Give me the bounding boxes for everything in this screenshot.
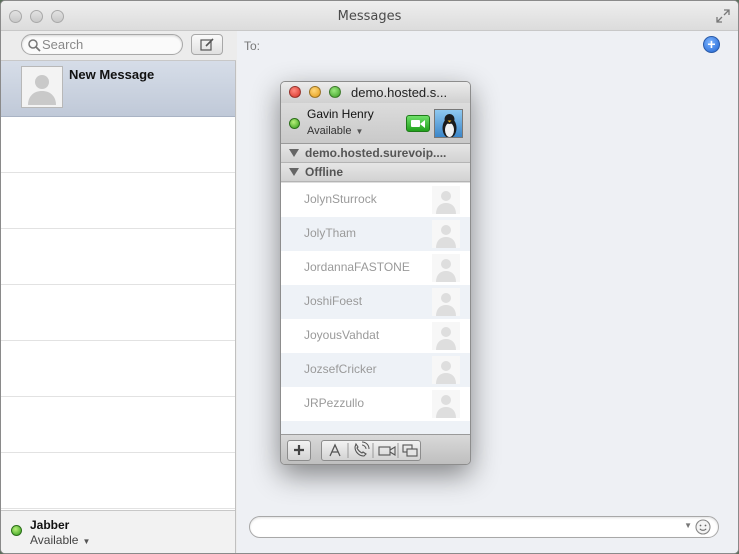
chevron-down-icon: ▼ [82, 537, 91, 546]
account-status-panel[interactable]: Jabber Available ▼ [1, 510, 235, 553]
group-header-offline[interactable]: Offline [281, 163, 470, 182]
window-title: Messages [337, 9, 402, 24]
fullscreen-icon[interactable] [716, 9, 730, 23]
buddy-row[interactable]: JolyTham [281, 217, 470, 251]
buddy-row[interactable]: JoshiFoest [281, 285, 470, 319]
action-button-group [321, 440, 421, 461]
search-icon [27, 38, 41, 52]
list-item [1, 173, 235, 229]
minimize-window-button[interactable] [309, 86, 321, 98]
list-item [1, 117, 235, 173]
buddy-row-partial[interactable] [281, 421, 470, 434]
buddy-row[interactable]: JolynSturrock [281, 183, 470, 217]
person-icon [28, 75, 56, 105]
group-label: Offline [305, 165, 343, 179]
account-status-menu[interactable]: Available ▼ [30, 533, 90, 547]
user-avatar[interactable] [434, 109, 463, 138]
disclosure-triangle-icon[interactable] [289, 168, 299, 176]
text-chat-icon[interactable] [329, 443, 341, 457]
person-icon [432, 390, 460, 418]
group-header-domain[interactable]: demo.hosted.surevoip.... [281, 144, 470, 163]
screen-share-icon[interactable] [402, 444, 418, 457]
account-status-label: Available [30, 533, 79, 547]
person-icon [432, 322, 460, 350]
person-icon [432, 254, 460, 282]
plus-icon [294, 445, 304, 455]
buddy-list-window[interactable]: demo.hosted.s... Gavin Henry Available ▼ … [280, 81, 471, 465]
search-input[interactable]: Search [21, 34, 183, 55]
recipient-bar[interactable]: To: + [237, 31, 738, 61]
emoji-icon[interactable] [695, 519, 711, 535]
message-input[interactable]: ▼ [249, 516, 719, 538]
buddy-row[interactable]: JRPezzullo [281, 387, 470, 421]
buddy-name: JordannaFASTONE [304, 260, 410, 274]
my-status-header: Gavin Henry Available ▼ [281, 103, 470, 144]
conversation-name: New Message [69, 67, 155, 82]
buddy-name: JoshiFoest [304, 294, 363, 308]
list-item [1, 285, 235, 341]
video-call-icon[interactable] [378, 446, 396, 456]
person-icon [432, 220, 460, 248]
video-camera-icon[interactable] [406, 115, 430, 132]
list-item [1, 453, 235, 509]
buddy-name: JozsefCricker [304, 362, 377, 376]
penguin-icon [442, 114, 457, 137]
buddy-name: JolynSturrock [304, 192, 377, 206]
audio-call-icon[interactable] [354, 441, 370, 457]
sidebar: Search New Message Jabber Available ▼ [1, 31, 236, 553]
list-item [1, 341, 235, 397]
close-window-button[interactable] [289, 86, 301, 98]
buddy-list-toolbar [281, 434, 470, 464]
list-item [1, 397, 235, 453]
conversation-item-new-message[interactable]: New Message [1, 61, 235, 117]
buddy-row[interactable]: JozsefCricker [281, 353, 470, 387]
search-placeholder: Search [42, 37, 84, 52]
status-menu[interactable]: Available ▼ [307, 125, 363, 137]
buddy-row[interactable]: JordannaFASTONE [281, 251, 470, 285]
buddy-name: JolyTham [304, 226, 357, 240]
compose-button[interactable] [191, 34, 223, 55]
account-name: Jabber [30, 518, 70, 532]
person-icon [432, 288, 460, 316]
buddy-list-title-bar[interactable]: demo.hosted.s... [281, 82, 470, 103]
buddy-list: JolynSturrock JolyTham JordannaFASTONE J… [281, 183, 470, 434]
person-icon [432, 356, 460, 384]
conversation-list: New Message [1, 61, 235, 509]
group-label: demo.hosted.surevoip.... [305, 146, 447, 160]
title-bar: Messages [1, 1, 738, 31]
buddy-name: JoyousVahdat [304, 328, 380, 342]
to-label: To: [244, 39, 261, 53]
available-status-icon [11, 525, 22, 536]
list-item [1, 229, 235, 285]
status-label: Available [307, 125, 352, 137]
buddy-row[interactable]: JoyousVahdat [281, 319, 470, 353]
sidebar-toolbar: Search [1, 31, 236, 61]
person-icon [432, 186, 460, 214]
add-buddy-button[interactable] [287, 440, 311, 461]
buddy-name: JRPezzullo [304, 396, 365, 410]
available-status-icon [289, 118, 300, 129]
chevron-down-icon: ▼ [355, 127, 364, 136]
avatar [21, 66, 63, 108]
zoom-window-button[interactable] [329, 86, 341, 98]
chevron-down-icon[interactable]: ▼ [684, 521, 692, 530]
user-name: Gavin Henry [307, 107, 374, 121]
add-recipient-button[interactable]: + [703, 36, 720, 53]
compose-icon [200, 38, 214, 51]
buddy-list-title: demo.hosted.s... [351, 85, 448, 100]
disclosure-triangle-icon[interactable] [289, 149, 299, 157]
